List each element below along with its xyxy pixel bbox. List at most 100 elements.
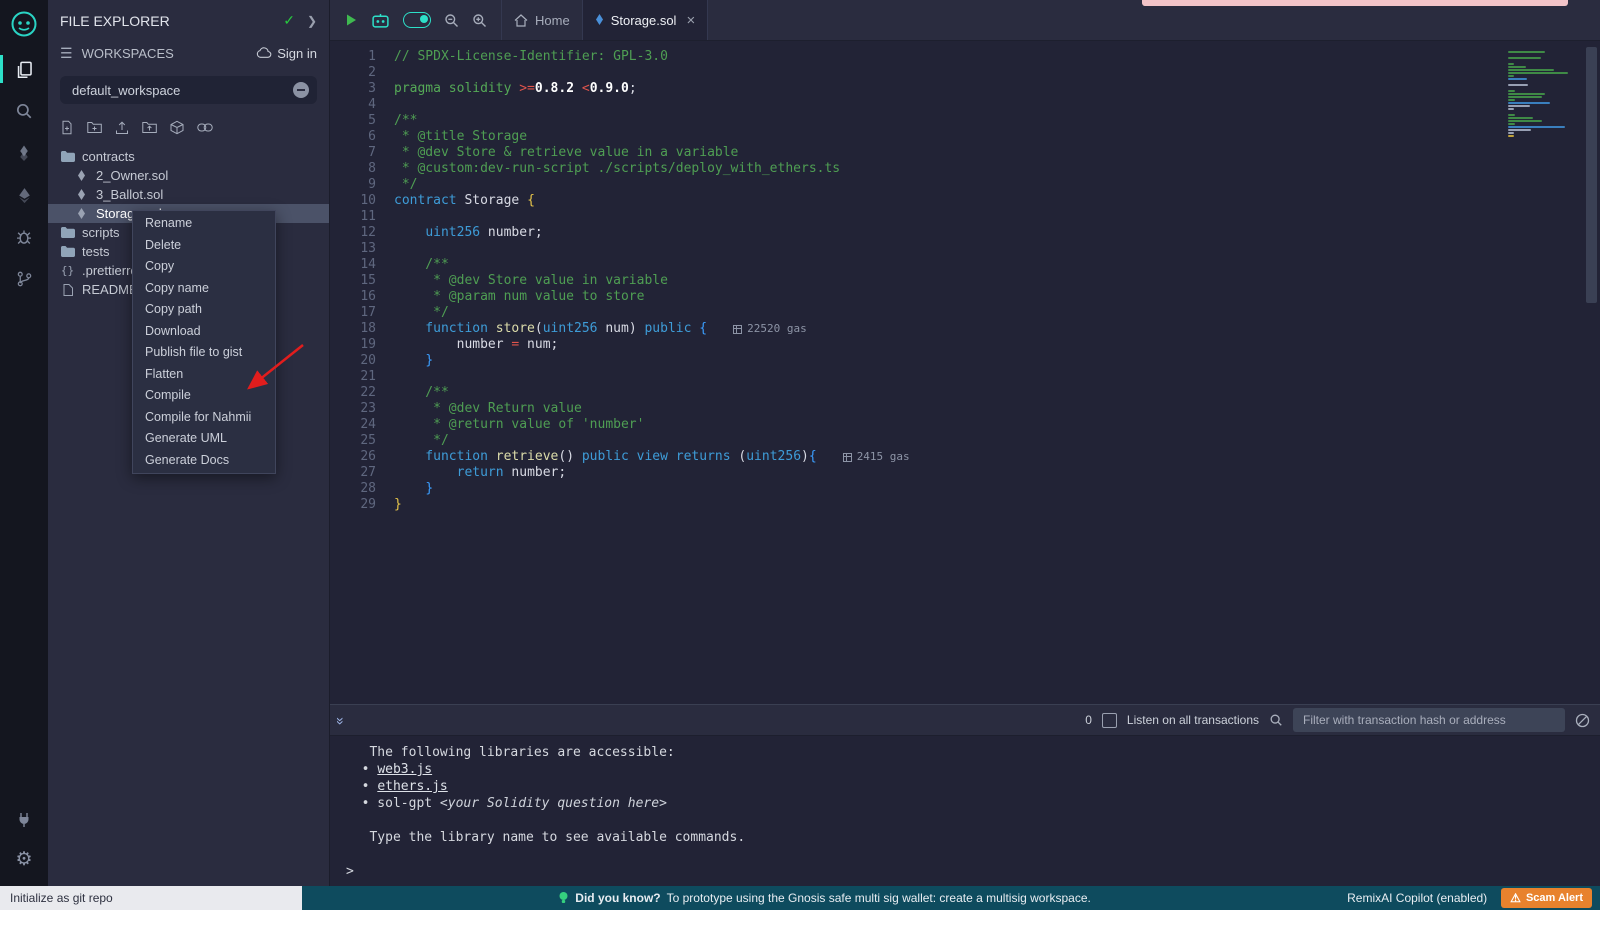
line-number: 24 bbox=[330, 417, 394, 433]
workspace-select[interactable]: default_workspace bbox=[60, 76, 317, 104]
upload-file-icon[interactable] bbox=[115, 120, 129, 135]
code-line: 23 * @dev Return value bbox=[330, 401, 1600, 417]
line-number: 5 bbox=[330, 113, 394, 129]
home-icon bbox=[514, 14, 528, 27]
ipfs-box-icon[interactable] bbox=[170, 120, 184, 135]
context-menu-item-delete[interactable]: Delete bbox=[133, 235, 275, 257]
line-number: 22 bbox=[330, 385, 394, 401]
remix-logo[interactable] bbox=[10, 10, 38, 38]
context-menu-item-generate-uml[interactable]: Generate UML bbox=[133, 428, 275, 450]
line-number: 11 bbox=[330, 209, 394, 225]
filter-input[interactable] bbox=[1293, 708, 1565, 732]
terminal-collapse-icon[interactable]: » bbox=[333, 717, 349, 723]
git-init-button[interactable]: Initialize as git repo bbox=[0, 886, 302, 910]
chevron-right-icon[interactable]: ❯ bbox=[307, 14, 317, 28]
line-number: 12 bbox=[330, 225, 394, 241]
terminal-search-icon[interactable] bbox=[1269, 713, 1283, 727]
listen-checkbox[interactable] bbox=[1102, 713, 1117, 728]
close-tab-icon[interactable]: × bbox=[686, 12, 695, 29]
context-menu-item-publish-file-to-gist[interactable]: Publish file to gist bbox=[133, 342, 275, 364]
settings-icon[interactable]: ⚙ bbox=[13, 848, 35, 870]
code-line: 3pragma solidity >=0.8.2 <0.9.0; bbox=[330, 81, 1600, 97]
context-menu-item-copy-name[interactable]: Copy name bbox=[133, 278, 275, 300]
tree-item-3-ballot-sol[interactable]: 3_Ballot.sol bbox=[48, 185, 329, 204]
tip-prefix: Did you know? bbox=[575, 891, 660, 905]
code-line: 12 uint256 number; bbox=[330, 225, 1600, 241]
line-number: 21 bbox=[330, 369, 394, 385]
tab-bar: HomeStorage.sol× bbox=[330, 0, 1600, 41]
editor-controls bbox=[330, 0, 502, 40]
link-icon[interactable] bbox=[197, 120, 213, 135]
code-line: 15 * @dev Store value in variable bbox=[330, 273, 1600, 289]
code-line: 27 return number; bbox=[330, 465, 1600, 481]
run-script-icon[interactable] bbox=[344, 13, 358, 27]
tab-home[interactable]: Home bbox=[502, 0, 583, 40]
context-menu-item-flatten[interactable]: Flatten bbox=[133, 364, 275, 386]
workspaces-menu-icon[interactable]: ☰ bbox=[60, 45, 73, 62]
editor-column: HomeStorage.sol× 1// SPDX-License-Identi… bbox=[330, 0, 1600, 886]
remix-ide: ⚙ FILE EXPLORER ✓ ❯ ☰ WORKSPACES Sign in bbox=[0, 0, 1600, 928]
code-line: 7 * @dev Store & retrieve value in a var… bbox=[330, 145, 1600, 161]
code-line: 6 * @title Storage bbox=[330, 129, 1600, 145]
clear-console-icon[interactable] bbox=[1575, 713, 1590, 728]
scam-alert-button[interactable]: ⚠ Scam Alert bbox=[1501, 888, 1592, 908]
solidity-compiler-icon[interactable] bbox=[13, 142, 35, 164]
terminal[interactable]: The following libraries are accessible: … bbox=[330, 736, 1600, 886]
context-menu-item-compile-for-nahmii[interactable]: Compile for Nahmii bbox=[133, 407, 275, 429]
solidity-file-icon bbox=[74, 189, 89, 201]
workspaces-label: WORKSPACES bbox=[82, 46, 174, 61]
line-number: 4 bbox=[330, 97, 394, 113]
context-menu: RenameDeleteCopyCopy nameCopy pathDownlo… bbox=[132, 210, 276, 474]
code-editor[interactable]: 1// SPDX-License-Identifier: GPL-3.023pr… bbox=[330, 41, 1600, 704]
line-number: 18 bbox=[330, 321, 394, 337]
terminal-line: The following libraries are accessible: bbox=[346, 744, 1600, 761]
ai-robot-icon[interactable] bbox=[371, 13, 390, 28]
debugger-icon[interactable] bbox=[13, 226, 35, 248]
file-toolbar bbox=[48, 114, 329, 143]
editor-scrollbar[interactable] bbox=[1586, 47, 1597, 303]
new-folder-icon[interactable] bbox=[87, 120, 102, 135]
gas-estimate-badge[interactable]: 2415 gas bbox=[843, 449, 910, 465]
plugin-manager-icon[interactable] bbox=[13, 808, 35, 830]
terminal-line: • web3.js bbox=[346, 761, 1600, 778]
tree-item-label: .prettierrc bbox=[82, 263, 137, 278]
code-line: 8 * @custom:dev-run-script ./scripts/dep… bbox=[330, 161, 1600, 177]
code-line: 1// SPDX-License-Identifier: GPL-3.0 bbox=[330, 49, 1600, 65]
context-menu-item-download[interactable]: Download bbox=[133, 321, 275, 343]
sign-in-button[interactable]: Sign in bbox=[256, 46, 317, 61]
code-line: 22 /** bbox=[330, 385, 1600, 401]
tree-item-2-owner-sol[interactable]: 2_Owner.sol bbox=[48, 166, 329, 185]
workspace-options-icon[interactable] bbox=[293, 82, 309, 98]
upload-folder-icon[interactable] bbox=[142, 120, 157, 135]
code-line: 18 function store(uint256 num) public {2… bbox=[330, 321, 1600, 337]
deploy-run-icon[interactable] bbox=[13, 184, 35, 206]
code-line: 9 */ bbox=[330, 177, 1600, 193]
zoom-in-icon[interactable] bbox=[472, 13, 487, 28]
file-explorer-icon[interactable] bbox=[13, 58, 35, 80]
context-menu-item-copy[interactable]: Copy bbox=[133, 256, 275, 278]
line-number: 2 bbox=[330, 65, 394, 81]
context-menu-item-copy-path[interactable]: Copy path bbox=[133, 299, 275, 321]
git-icon[interactable] bbox=[13, 268, 35, 290]
search-icon[interactable] bbox=[13, 100, 35, 122]
context-menu-item-generate-docs[interactable]: Generate Docs bbox=[133, 450, 275, 472]
terminal-line bbox=[346, 846, 1600, 863]
transaction-count: 0 bbox=[1085, 713, 1092, 727]
tab-storage-sol[interactable]: Storage.sol× bbox=[583, 0, 709, 40]
zoom-out-icon[interactable] bbox=[444, 13, 459, 28]
copilot-status[interactable]: RemixAI Copilot (enabled) bbox=[1347, 891, 1487, 905]
terminal-prompt[interactable]: > bbox=[346, 863, 1600, 880]
minimap[interactable] bbox=[1508, 51, 1572, 138]
code-line: 4 bbox=[330, 97, 1600, 113]
tree-item-contracts[interactable]: contracts bbox=[48, 147, 329, 166]
line-number: 26 bbox=[330, 449, 394, 465]
code-line: 13 bbox=[330, 241, 1600, 257]
context-menu-item-compile[interactable]: Compile bbox=[133, 385, 275, 407]
gas-estimate-badge[interactable]: 22520 gas bbox=[733, 321, 807, 337]
context-menu-item-rename[interactable]: Rename bbox=[133, 213, 275, 235]
code-line: 28 } bbox=[330, 481, 1600, 497]
accept-check-icon[interactable]: ✓ bbox=[283, 12, 295, 29]
copilot-toggle[interactable] bbox=[403, 12, 431, 28]
code-line: 11 bbox=[330, 209, 1600, 225]
new-file-icon[interactable] bbox=[60, 120, 74, 135]
